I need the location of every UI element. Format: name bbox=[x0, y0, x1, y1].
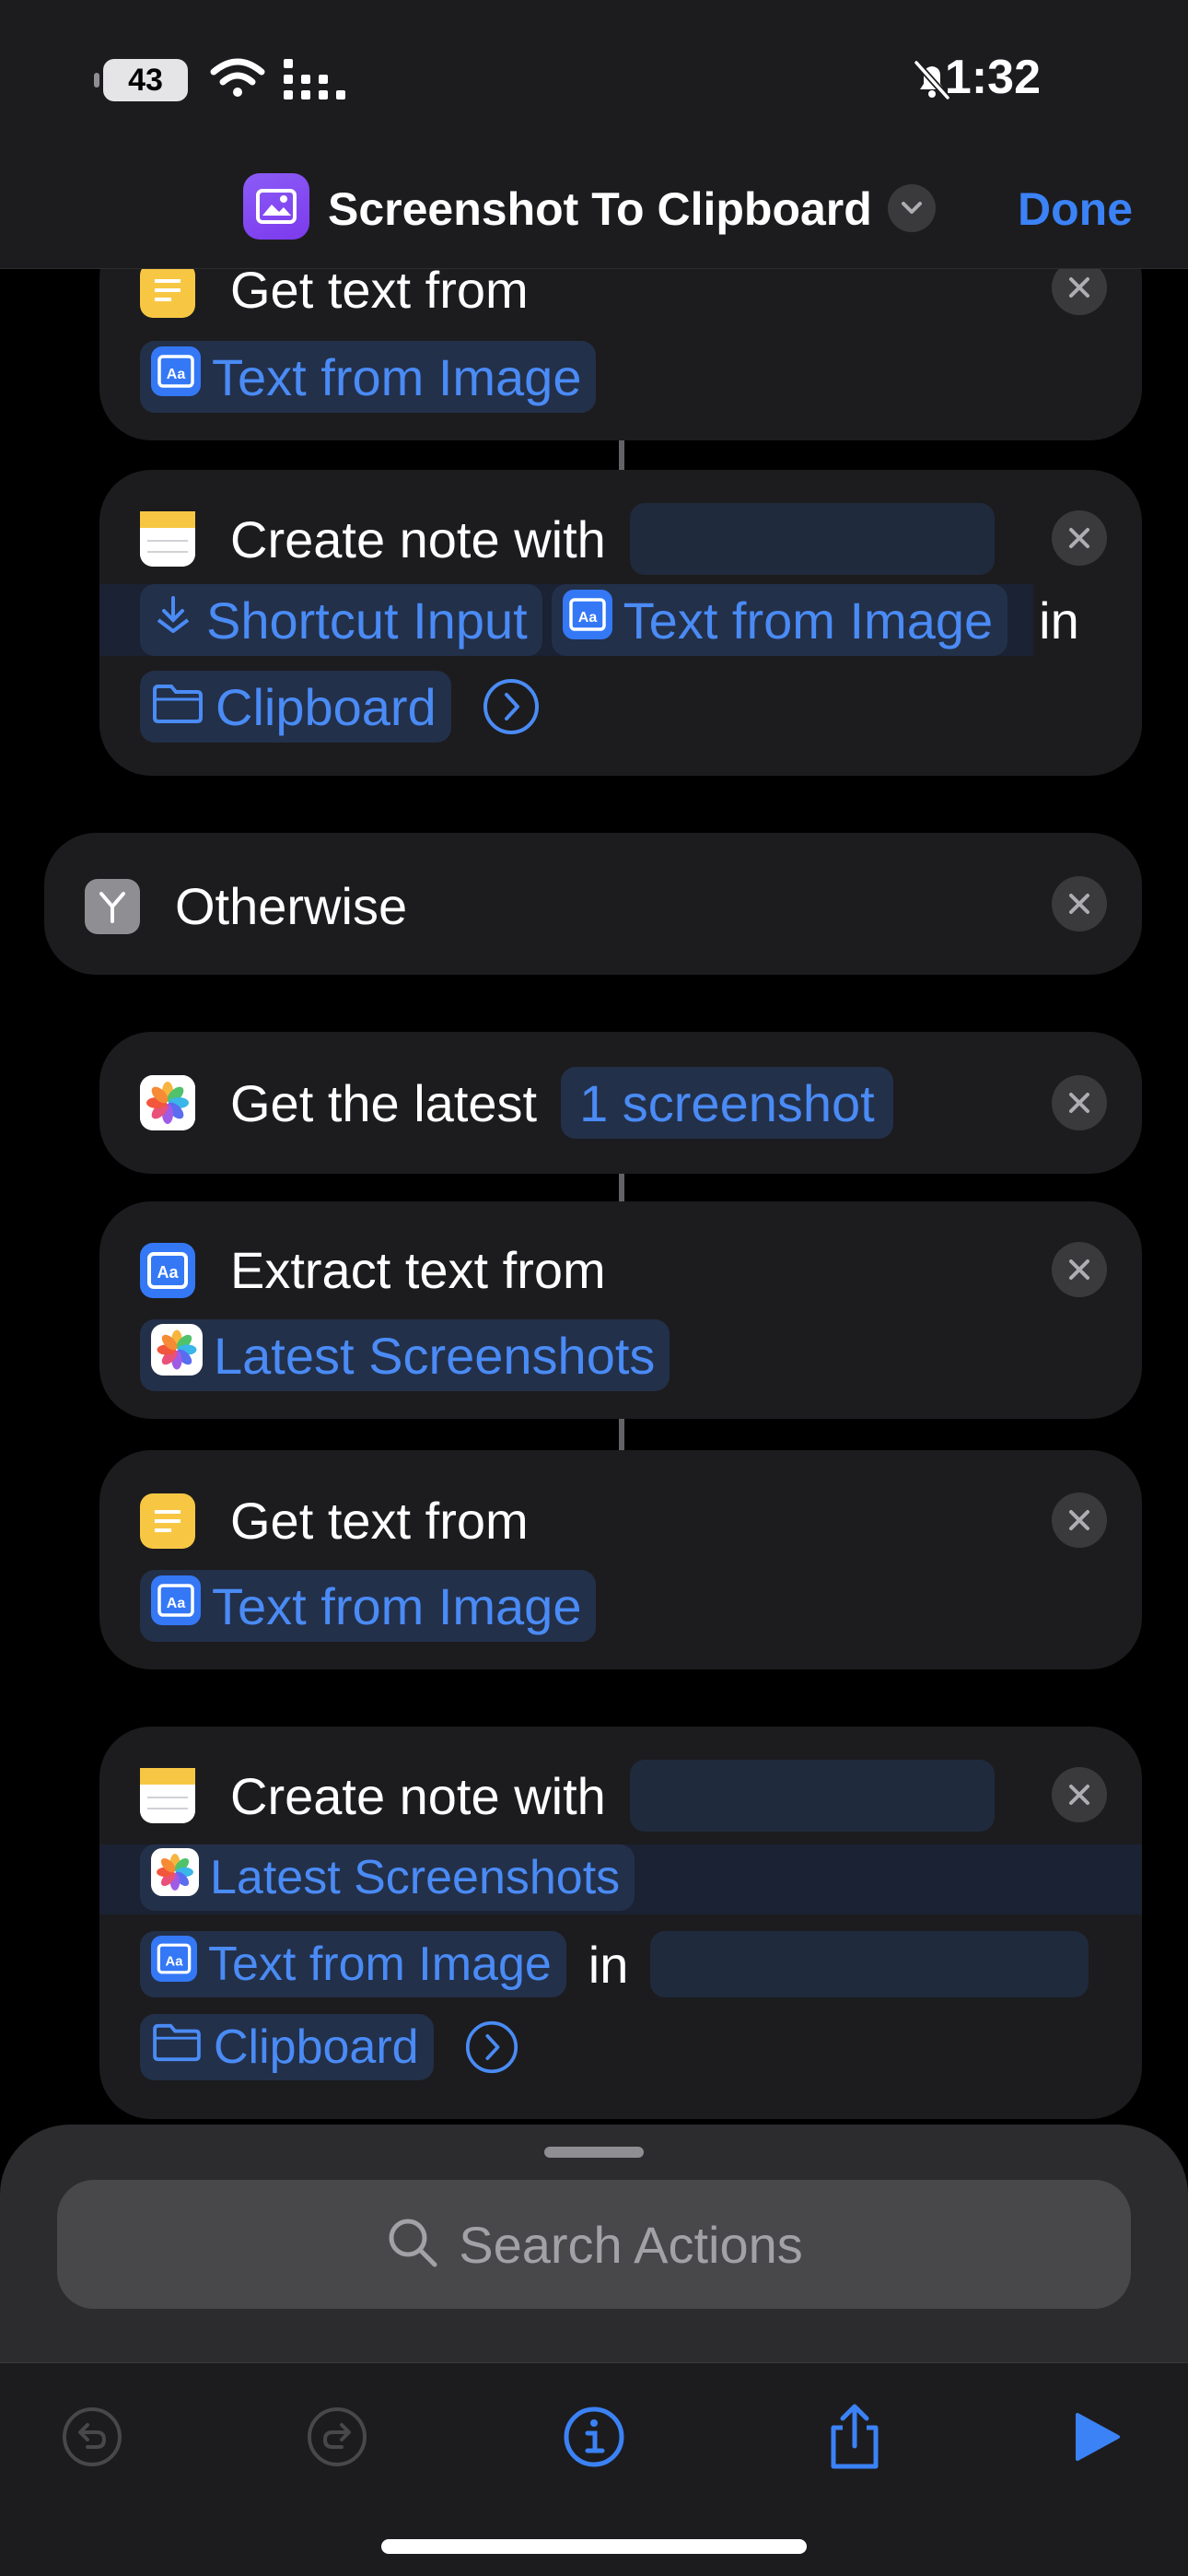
shortcut-title[interactable]: Screenshot To Clipboard bbox=[328, 182, 872, 236]
close-icon bbox=[1069, 528, 1089, 548]
vision-icon: Aa bbox=[151, 1935, 197, 1994]
vision-icon: Aa bbox=[151, 345, 201, 408]
close-icon bbox=[1069, 1093, 1089, 1113]
remove-action-button[interactable] bbox=[1052, 1075, 1107, 1130]
close-icon bbox=[1069, 1510, 1089, 1530]
photos-icon bbox=[151, 1847, 199, 1908]
nav-bar: Screenshot To Clipboard Done bbox=[0, 171, 1188, 245]
shortcut-input-icon bbox=[151, 591, 195, 650]
close-icon bbox=[1069, 1785, 1089, 1805]
search-placeholder: Search Actions bbox=[459, 2215, 803, 2274]
done-button[interactable]: Done bbox=[1018, 182, 1133, 236]
svg-text:Aa: Aa bbox=[167, 1596, 186, 1611]
note-title-field[interactable] bbox=[629, 1760, 995, 1832]
variable-latest-screenshots[interactable]: Latest Screenshots bbox=[140, 1844, 635, 1911]
vision-icon: Aa bbox=[151, 1575, 201, 1637]
shortcut-icon[interactable] bbox=[243, 173, 309, 240]
chevron-right-icon[interactable] bbox=[483, 678, 540, 735]
screenshot-count-chip[interactable]: 1 screenshot bbox=[561, 1067, 893, 1139]
search-actions-field[interactable]: Search Actions bbox=[57, 2180, 1131, 2309]
action-create-note-1[interactable]: Create note with Shortcut Input Aa Text … bbox=[99, 470, 1142, 776]
svg-text:Aa: Aa bbox=[157, 1263, 179, 1282]
share-icon[interactable] bbox=[818, 2400, 891, 2474]
info-icon[interactable] bbox=[557, 2400, 631, 2474]
svg-text:Aa: Aa bbox=[166, 1954, 184, 1969]
action-create-note-2[interactable]: Create note with Latest Screenshots Aa T… bbox=[99, 1727, 1142, 2119]
text-icon bbox=[140, 262, 195, 318]
svg-text:Aa: Aa bbox=[167, 367, 186, 382]
photos-icon bbox=[151, 1323, 203, 1388]
close-icon bbox=[1069, 277, 1089, 298]
action-otherwise[interactable]: Otherwise bbox=[44, 833, 1142, 975]
in-label: in bbox=[588, 1935, 629, 1994]
action-label: Get text from bbox=[230, 1492, 529, 1550]
remove-action-button[interactable] bbox=[1052, 1242, 1107, 1297]
action-connector bbox=[619, 440, 624, 470]
photos-icon bbox=[140, 1075, 195, 1130]
play-icon[interactable] bbox=[1059, 2400, 1133, 2474]
undo-icon[interactable] bbox=[55, 2400, 129, 2474]
note-folder-field[interactable] bbox=[650, 1931, 1089, 1997]
remove-action-button[interactable] bbox=[1052, 1493, 1107, 1548]
branch-icon bbox=[85, 878, 140, 934]
action-connector bbox=[619, 1419, 624, 1450]
variable-latest-screenshots[interactable]: Latest Screenshots bbox=[140, 1319, 670, 1391]
variable-text-from-image[interactable]: Aa Text from Image bbox=[140, 1931, 566, 1997]
action-extract-text[interactable]: Aa Extract text from Latest Screenshots bbox=[99, 1201, 1142, 1419]
search-icon bbox=[385, 2215, 440, 2275]
chevron-right-icon[interactable] bbox=[465, 2020, 518, 2074]
action-label: Get the latest bbox=[230, 1073, 538, 1132]
home-indicator[interactable] bbox=[381, 2539, 807, 2554]
notes-icon bbox=[140, 511, 195, 567]
action-get-text-2[interactable]: Get text from Aa Text from Image bbox=[99, 1450, 1142, 1669]
note-title-field[interactable] bbox=[629, 503, 995, 575]
sheet-grabber[interactable] bbox=[544, 2147, 644, 2158]
cellular-icon bbox=[284, 59, 346, 104]
in-label: in bbox=[1039, 591, 1079, 650]
wifi-icon bbox=[210, 57, 265, 104]
chevron-down-icon[interactable] bbox=[888, 184, 936, 232]
action-label: Extract text from bbox=[230, 1241, 606, 1299]
variable-text-from-image[interactable]: Aa Text from Image bbox=[140, 341, 597, 413]
close-icon bbox=[1069, 894, 1089, 914]
vision-icon: Aa bbox=[562, 589, 612, 651]
text-icon bbox=[140, 1493, 195, 1549]
actions-sheet: Search Actions bbox=[0, 2125, 1188, 2576]
action-label: Create note with bbox=[230, 1766, 606, 1825]
remove-action-button[interactable] bbox=[1052, 876, 1107, 931]
variable-shortcut-input[interactable]: Shortcut Input bbox=[140, 584, 542, 656]
folder-clipboard[interactable]: Clipboard bbox=[140, 2014, 434, 2080]
variable-text-from-image[interactable]: Aa Text from Image bbox=[551, 584, 1008, 656]
action-label: Otherwise bbox=[175, 877, 408, 935]
variable-text-from-image[interactable]: Aa Text from Image bbox=[140, 1570, 597, 1642]
action-get-latest-screenshots[interactable]: Get the latest 1 screenshot bbox=[99, 1032, 1142, 1174]
folder-icon bbox=[151, 677, 204, 737]
vision-icon: Aa bbox=[140, 1242, 195, 1298]
clock: 1:32 bbox=[944, 51, 1041, 104]
notes-icon bbox=[140, 1768, 195, 1823]
folder-clipboard[interactable]: Clipboard bbox=[140, 671, 451, 743]
status-bar: 43 1:32 bbox=[0, 46, 1188, 111]
remove-action-button[interactable] bbox=[1052, 1767, 1107, 1822]
action-label: Create note with bbox=[230, 509, 606, 568]
remove-action-button[interactable] bbox=[1052, 510, 1107, 566]
folder-icon bbox=[151, 2020, 203, 2075]
redo-icon[interactable] bbox=[300, 2400, 374, 2474]
close-icon bbox=[1069, 1259, 1089, 1280]
top-bar: 43 1:32 Screenshot To Clipboard Done bbox=[0, 0, 1188, 269]
action-connector bbox=[619, 1174, 624, 1201]
battery-icon: 43 bbox=[94, 59, 188, 101]
svg-text:Aa: Aa bbox=[577, 610, 597, 626]
